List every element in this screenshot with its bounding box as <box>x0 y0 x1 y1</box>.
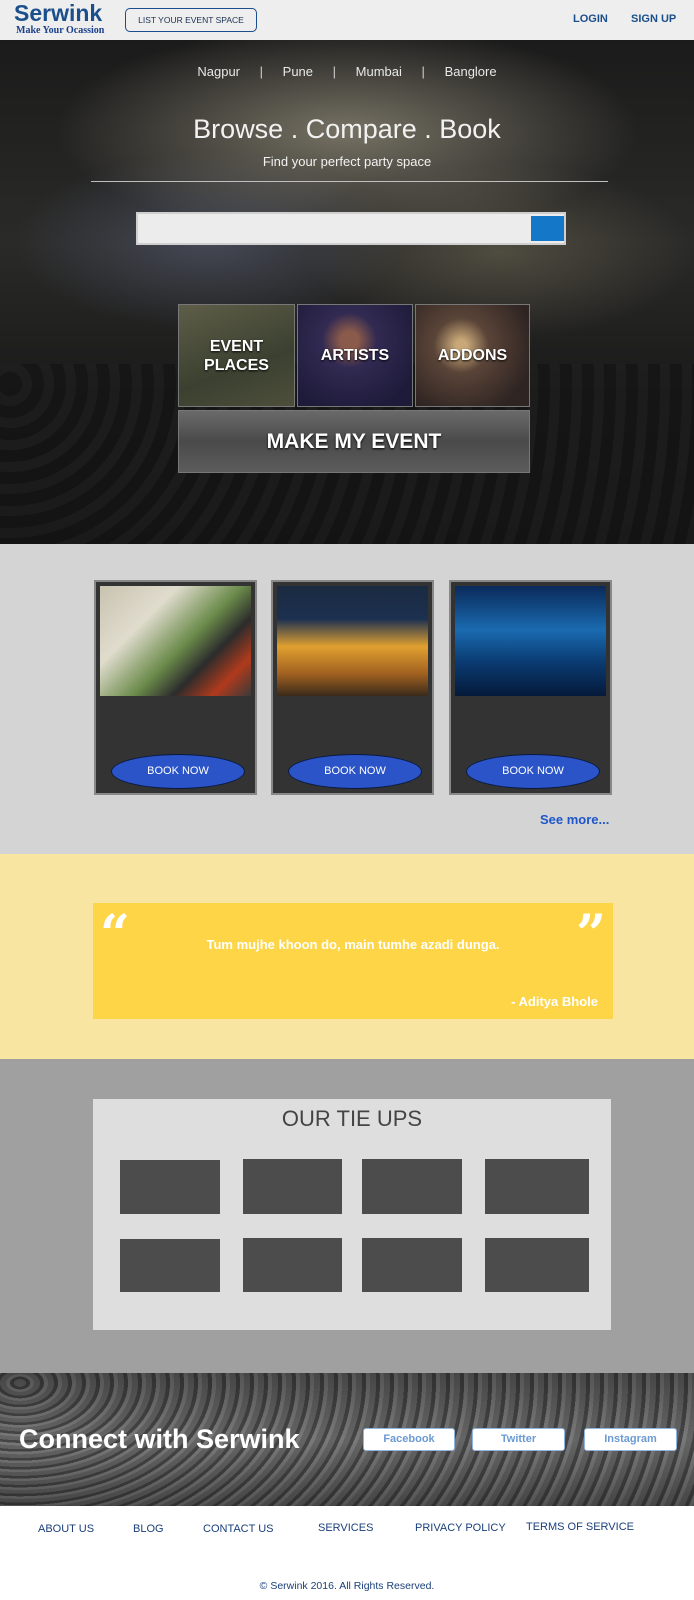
quote-author: - Aditya Bhole <box>511 994 598 1009</box>
footer-link-services[interactable]: SERVICES <box>318 1522 373 1534</box>
signup-link[interactable]: SIGN UP <box>631 13 676 25</box>
book-now-button[interactable]: BOOK NOW <box>466 754 600 789</box>
city-separator: | <box>259 64 264 79</box>
city-link-pune[interactable]: Pune <box>283 64 313 79</box>
venue-image[interactable] <box>277 586 428 696</box>
hero-title: Browse . Compare . Book <box>193 114 501 144</box>
search-input[interactable] <box>136 212 566 245</box>
tieups-title: OUR TIE UPS <box>281 1106 423 1131</box>
partner-logo[interactable] <box>120 1160 220 1214</box>
partner-logo[interactable] <box>362 1238 462 1292</box>
tieups-section: OUR TIE UPS <box>0 1059 694 1373</box>
venue-image[interactable] <box>100 586 251 696</box>
partner-logo[interactable] <box>362 1159 462 1214</box>
search-button[interactable] <box>531 216 564 241</box>
city-link-banglore[interactable]: Banglore <box>445 64 497 79</box>
close-quote-icon: ” <box>576 904 606 965</box>
footer-link-about[interactable]: ABOUT US <box>38 1523 94 1535</box>
facebook-button[interactable]: Facebook <box>363 1428 455 1451</box>
partner-logo[interactable] <box>120 1239 220 1292</box>
venue-image[interactable] <box>455 586 606 696</box>
partner-logo[interactable] <box>243 1238 342 1292</box>
make-my-event-label: MAKE MY EVENT <box>266 429 442 453</box>
site-logo[interactable]: Serwink Make Your Ocassion <box>14 0 104 36</box>
venue-card: BOOK NOW <box>449 580 612 795</box>
connect-section: Connect with Serwink Facebook Twitter In… <box>0 1373 694 1506</box>
artists-tile[interactable]: ARTISTS <box>297 304 413 407</box>
see-more-link[interactable]: See more... <box>540 812 609 827</box>
venue-card: BOOK NOW <box>94 580 257 795</box>
hero-section: Nagpur | Pune | Mumbai | Banglore Browse… <box>0 40 694 544</box>
make-my-event-tile[interactable]: MAKE MY EVENT <box>178 410 530 473</box>
event-places-label-line1: EVENT <box>209 337 264 355</box>
quote-text: Tum mujhe khoon do, main tumhe azadi dun… <box>206 937 500 952</box>
book-now-button[interactable]: BOOK NOW <box>111 754 245 789</box>
footer-link-terms[interactable]: TERMS OF SERVICE <box>526 1521 634 1533</box>
footer: ABOUT US BLOG CONTACT US SERVICES PRIVAC… <box>0 1506 694 1600</box>
partner-logo[interactable] <box>485 1159 589 1214</box>
partner-logo[interactable] <box>243 1159 342 1214</box>
footer-link-contact[interactable]: CONTACT US <box>203 1523 274 1535</box>
city-link-nagpur[interactable]: Nagpur <box>197 64 240 79</box>
event-places-label-line2: PLACES <box>204 356 269 374</box>
quote-card: “ ” Tum mujhe khoon do, main tumhe azadi… <box>93 903 613 1019</box>
logo-tagline: Make Your Ocassion <box>16 25 105 36</box>
footer-link-privacy[interactable]: PRIVACY POLICY <box>415 1522 506 1534</box>
city-selector: Nagpur | Pune | Mumbai | Banglore <box>0 64 694 79</box>
book-now-button[interactable]: BOOK NOW <box>288 754 422 789</box>
event-places-tile[interactable]: EVENT PLACES <box>178 304 295 407</box>
instagram-button[interactable]: Instagram <box>584 1428 677 1451</box>
hero-divider <box>91 181 608 182</box>
city-separator: | <box>332 64 337 79</box>
footer-link-blog[interactable]: BLOG <box>133 1523 164 1535</box>
logo-name: Serwink <box>14 0 103 26</box>
twitter-button[interactable]: Twitter <box>472 1428 565 1451</box>
list-event-space-button[interactable]: LIST YOUR EVENT SPACE <box>125 8 257 32</box>
venue-card: BOOK NOW <box>271 580 434 795</box>
copyright-text: © Serwink 2016. All Rights Reserved. <box>259 1580 435 1592</box>
artists-label: ARTISTS <box>320 346 390 364</box>
connect-title: Connect with Serwink <box>19 1424 300 1454</box>
open-quote-icon: “ <box>100 904 130 965</box>
hero-subtitle: Find your perfect party space <box>262 154 432 169</box>
tieups-panel: OUR TIE UPS <box>93 1099 611 1330</box>
login-link[interactable]: LOGIN <box>573 13 608 25</box>
city-link-mumbai[interactable]: Mumbai <box>356 64 402 79</box>
addons-tile[interactable]: ADDONS <box>415 304 530 407</box>
quote-section: “ ” Tum mujhe khoon do, main tumhe azadi… <box>0 854 694 1059</box>
venues-section: BOOK NOW BOOK NOW BOOK NOW See more... <box>0 544 694 854</box>
partner-logo[interactable] <box>485 1238 589 1292</box>
addons-label: ADDONS <box>437 346 508 364</box>
city-separator: | <box>421 64 425 79</box>
top-header: Serwink Make Your Ocassion LIST YOUR EVE… <box>0 0 694 40</box>
